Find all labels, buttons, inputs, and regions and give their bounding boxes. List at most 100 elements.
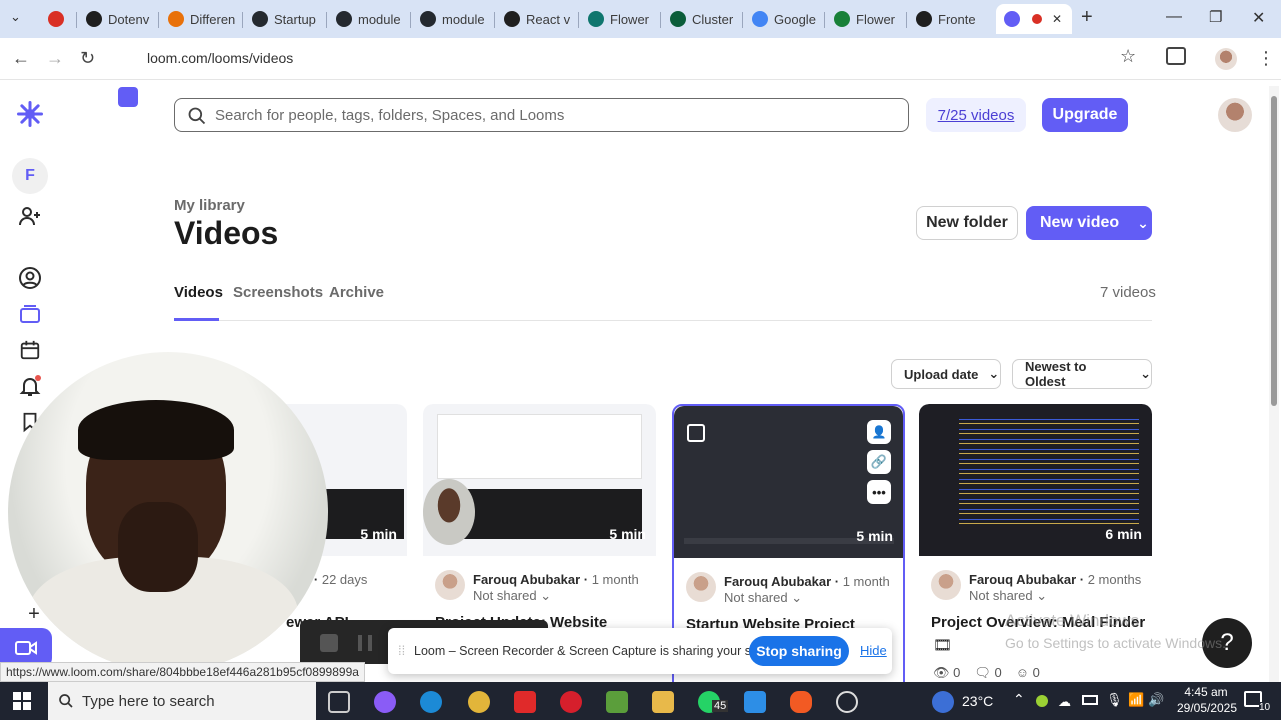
wifi-icon[interactable]: 📶 bbox=[1128, 692, 1144, 708]
tray-expand-icon[interactable]: ⌃ bbox=[1013, 691, 1025, 708]
library-icon[interactable] bbox=[16, 300, 44, 328]
page-scrollbar[interactable] bbox=[1269, 86, 1279, 682]
sharing-status[interactable]: Not shared ⌄ bbox=[969, 588, 1047, 604]
tray-app-icon[interactable] bbox=[1036, 695, 1048, 707]
obs-icon[interactable] bbox=[836, 691, 858, 713]
profile-avatar[interactable] bbox=[1215, 48, 1237, 70]
browser-tab[interactable]: Google bbox=[744, 4, 824, 34]
url-text[interactable]: loom.com/looms/videos bbox=[147, 50, 293, 66]
stop-sharing-button[interactable]: Stop sharing bbox=[749, 636, 849, 666]
tab-label: Fronte bbox=[938, 11, 976, 27]
search-input[interactable] bbox=[215, 105, 875, 125]
notifications-bell-icon[interactable] bbox=[16, 372, 44, 400]
breadcrumb[interactable]: My library bbox=[174, 197, 245, 214]
hide-banner-link[interactable]: Hide bbox=[860, 643, 887, 658]
vscode-icon[interactable] bbox=[744, 691, 766, 713]
pause-recording-button[interactable] bbox=[358, 635, 372, 651]
microphone-icon[interactable]: 🎙 bbox=[1106, 692, 1123, 708]
chevron-down-icon: ⌄ bbox=[1137, 214, 1149, 231]
restore-icon[interactable]: ❐ bbox=[1209, 8, 1222, 26]
upgrade-button[interactable]: Upgrade bbox=[1042, 98, 1128, 132]
chrome-icon[interactable] bbox=[468, 691, 490, 713]
browser-tab[interactable]: React v bbox=[496, 4, 578, 34]
new-video-button[interactable]: New video ⌄ bbox=[1026, 206, 1152, 240]
tab-label: Google bbox=[774, 11, 816, 27]
chevron-down-icon: ⌄ bbox=[988, 366, 1000, 381]
invite-user-icon[interactable] bbox=[16, 202, 44, 230]
browser-tab[interactable]: module bbox=[412, 4, 494, 34]
windows-start-icon[interactable] bbox=[13, 692, 31, 710]
weather-icon[interactable] bbox=[932, 691, 954, 713]
tab-favicon-icon bbox=[336, 11, 352, 27]
user-avatar[interactable] bbox=[1218, 98, 1252, 132]
sharing-status[interactable]: Not shared ⌄ bbox=[473, 588, 551, 604]
sort-field-dropdown[interactable]: Upload date ⌄ bbox=[891, 359, 1001, 389]
card-author: Farouq Abubakar · 1 month bbox=[473, 572, 639, 587]
temperature[interactable]: 23°C bbox=[962, 693, 993, 709]
new-tab-button[interactable]: + bbox=[1081, 6, 1093, 29]
sharing-status[interactable]: Not shared ⌄ bbox=[724, 590, 802, 606]
store-icon[interactable] bbox=[606, 691, 628, 713]
scrollbar-thumb[interactable] bbox=[1271, 96, 1277, 406]
calendar-icon[interactable] bbox=[16, 336, 44, 364]
tab-archive[interactable]: Archive bbox=[329, 284, 384, 301]
minimize-icon[interactable]: — bbox=[1166, 8, 1182, 26]
windows-taskbar: Type here to search 45 23°C ⌃ ☁ 🎙 📶 🔊 4:… bbox=[0, 682, 1281, 720]
battery-icon[interactable] bbox=[1082, 695, 1098, 705]
back-icon[interactable]: ← bbox=[12, 48, 30, 69]
workspace-switcher[interactable]: F bbox=[12, 158, 48, 194]
sort-order-dropdown[interactable]: Newest to Oldest ⌄ bbox=[1012, 359, 1152, 389]
duration-badge: 6 min bbox=[1105, 526, 1142, 542]
film-icon: 🎞 bbox=[933, 637, 953, 654]
browser-tab[interactable]: Flower bbox=[826, 4, 906, 34]
new-folder-button[interactable]: New folder bbox=[916, 206, 1018, 240]
browser-tab[interactable]: ✕ bbox=[996, 4, 1072, 34]
bookmark-star-icon[interactable]: ☆ bbox=[1120, 46, 1136, 67]
loom-logo-icon[interactable] bbox=[16, 100, 44, 128]
task-view-icon[interactable] bbox=[328, 691, 350, 713]
file-explorer-icon[interactable] bbox=[652, 691, 674, 713]
tab-favicon-icon bbox=[752, 11, 768, 27]
share-user-icon[interactable]: 👤 bbox=[867, 420, 891, 444]
edge-icon[interactable] bbox=[420, 691, 442, 713]
browser-tab[interactable]: Flower bbox=[580, 4, 660, 34]
search-icon bbox=[188, 107, 206, 125]
brave-icon[interactable] bbox=[790, 691, 812, 713]
tab-videos[interactable]: Videos bbox=[174, 284, 223, 301]
extensions-icon[interactable] bbox=[1166, 47, 1186, 65]
browser-menu-icon[interactable]: ⋮ bbox=[1257, 48, 1275, 69]
browser-tab[interactable]: Differen bbox=[160, 4, 242, 34]
site-info-icon[interactable] bbox=[118, 87, 138, 107]
opera-icon[interactable] bbox=[560, 691, 582, 713]
browser-tab[interactable]: module bbox=[328, 4, 410, 34]
search-bar[interactable] bbox=[174, 98, 909, 132]
close-tab-icon[interactable]: ✕ bbox=[1052, 12, 1062, 26]
sort-field-label: Upload date bbox=[904, 366, 979, 382]
webcam-bubble[interactable] bbox=[8, 352, 328, 672]
volume-icon[interactable]: 🔊 bbox=[1148, 692, 1164, 708]
copy-link-icon[interactable]: 🔗 bbox=[867, 450, 891, 474]
browser-tab[interactable] bbox=[40, 4, 74, 34]
app-icon[interactable] bbox=[514, 691, 536, 713]
quota-text[interactable]: 7/25 videos bbox=[938, 107, 1015, 124]
video-quota-link[interactable]: 7/25 videos bbox=[926, 98, 1026, 132]
browser-tab[interactable]: Cluster bbox=[662, 4, 742, 34]
browser-tab[interactable]: Dotenv bbox=[78, 4, 158, 34]
browser-tab[interactable]: Startup bbox=[244, 4, 326, 34]
account-icon[interactable] bbox=[16, 264, 44, 292]
drag-handle-icon[interactable]: ⁞⁞ bbox=[398, 643, 405, 658]
network-icon[interactable]: ☁ bbox=[1058, 694, 1071, 710]
reload-icon[interactable]: ↻ bbox=[80, 48, 95, 69]
more-options-icon[interactable]: ••• bbox=[867, 480, 891, 504]
search-icon bbox=[59, 694, 73, 708]
select-checkbox[interactable] bbox=[687, 424, 705, 442]
clock-date[interactable]: 29/05/2025 bbox=[1172, 701, 1242, 715]
tab-list-chevron-icon[interactable]: ⌄ bbox=[10, 9, 21, 25]
copilot-icon[interactable] bbox=[374, 691, 396, 713]
tab-screenshots[interactable]: Screenshots bbox=[233, 284, 323, 301]
browser-tab[interactable]: Fronte bbox=[908, 4, 992, 34]
taskbar-search[interactable]: Type here to search bbox=[48, 682, 316, 720]
clock-time[interactable]: 4:45 am bbox=[1176, 685, 1236, 699]
close-window-icon[interactable]: ✕ bbox=[1252, 8, 1265, 28]
stop-recording-button[interactable] bbox=[320, 634, 338, 652]
